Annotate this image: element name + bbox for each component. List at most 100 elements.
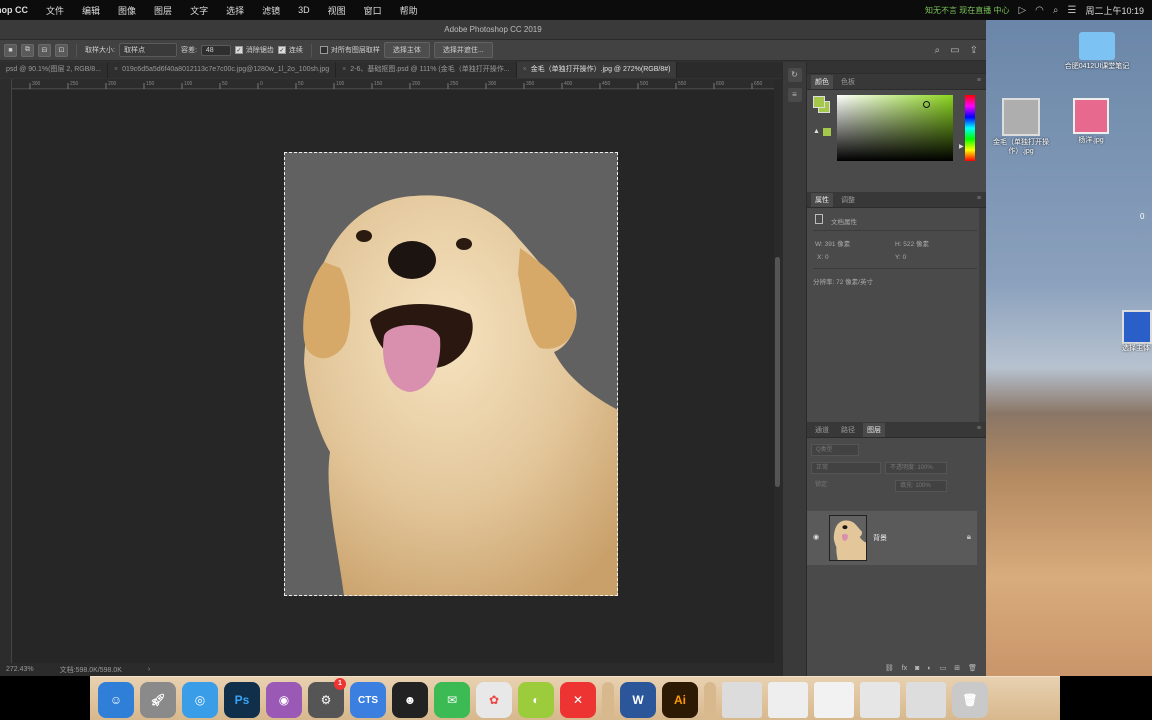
desktop-file-person[interactable]: 杨洋.jpg (1058, 98, 1124, 145)
tab-swatches[interactable]: 色板 (837, 75, 859, 89)
play-icon[interactable]: ▷ (1018, 5, 1026, 16)
notification-icon[interactable]: ☰ (1068, 5, 1077, 16)
fill-input[interactable]: 填充: 100% (895, 480, 947, 492)
clock[interactable]: 周二上午10:19 (1085, 4, 1144, 17)
menu-3d[interactable]: 3D (289, 5, 319, 15)
color-field[interactable] (837, 95, 953, 161)
doc-size[interactable]: 文档:598.0K/598.0K (60, 665, 122, 675)
trash-icon[interactable]: 🗑︎ (952, 682, 988, 718)
slider-arrow-icon[interactable]: ▶ (959, 143, 964, 150)
zoom-level[interactable]: 272.43% (6, 666, 34, 673)
width-value[interactable]: W: 391 像素 (815, 238, 850, 248)
all-layers-checkbox[interactable]: 对所有图层取样 (319, 45, 380, 55)
visibility-eye-icon[interactable]: ◉ (813, 533, 819, 541)
new-layer-icon[interactable]: ⊞ (954, 664, 960, 672)
height-value[interactable]: H: 522 像素 (895, 238, 929, 248)
warning-icon[interactable]: ▲ (813, 128, 820, 135)
history-icon[interactable]: ↻ (787, 68, 802, 82)
folder-icon[interactable]: ▭ (940, 664, 947, 672)
launchpad-icon[interactable]: 🚀︎ (140, 682, 176, 718)
ruler-horizontal[interactable]: 300 250 200 150 100 50 0 50 100 150 200 250 300 350 40… (12, 79, 774, 89)
fx-icon[interactable]: fx (902, 665, 907, 672)
add-selection-icon[interactable]: ⧉ (21, 43, 34, 57)
safari-icon[interactable]: ◎ (182, 682, 218, 718)
vertical-scrollbar[interactable] (774, 79, 782, 663)
foreground-color-swatch[interactable] (813, 96, 825, 108)
desktop-file-dog[interactable]: 金毛（单独打开操作）.jpg (988, 98, 1054, 156)
menu-file[interactable]: 文件 (37, 4, 73, 17)
search-icon[interactable]: ⌕ (1053, 5, 1059, 16)
podcast-icon[interactable]: ◉ (266, 682, 302, 718)
share-icon[interactable]: ⇪ (970, 45, 978, 56)
properties-scrollbar[interactable] (979, 208, 986, 424)
menu-image[interactable]: 图像 (109, 4, 145, 17)
layer-row-background[interactable]: ◉ 背景 🔒︎ (807, 511, 977, 565)
contiguous-checkbox[interactable]: ✓ 连续 (277, 45, 303, 55)
tab-channels[interactable]: 通道 (811, 423, 833, 437)
system-preferences-icon[interactable]: ⚙ 1 (308, 678, 346, 718)
tab-properties[interactable]: 属性 (811, 192, 833, 207)
tab-paths[interactable]: 路径 (837, 423, 859, 437)
subtract-selection-icon[interactable]: ⊟ (38, 43, 51, 57)
select-and-mask-button[interactable]: 选择并遮住... (433, 42, 493, 58)
menu-help[interactable]: 帮助 (391, 4, 427, 17)
sample-size-select[interactable]: 取样点 (118, 43, 177, 57)
canvas-area[interactable] (12, 90, 774, 663)
mask-icon[interactable]: ◙ (915, 665, 919, 672)
x-value[interactable]: X: 0 (817, 254, 829, 261)
menu-window[interactable]: 窗口 (355, 4, 391, 17)
panel-menu-icon[interactable]: ≡ (977, 195, 981, 202)
layer-name[interactable]: 背景 (873, 533, 887, 543)
close-icon[interactable]: × (342, 66, 346, 73)
document-preview-icon[interactable] (906, 682, 946, 718)
chevron-right-icon[interactable]: › (148, 666, 150, 673)
panel-menu-icon[interactable]: ≡ (977, 425, 981, 432)
photos-icon[interactable]: ✿ (476, 682, 512, 718)
panel-toggle-icon[interactable]: ≡ (787, 88, 802, 102)
document-preview-icon[interactable] (814, 682, 854, 718)
chrome-icon[interactable]: ◐ (518, 682, 554, 718)
menu-filter[interactable]: 滤镜 (253, 4, 289, 17)
hue-slider[interactable]: ▶ (959, 95, 975, 161)
panel-menu-icon[interactable]: ≡ (977, 77, 981, 84)
illustrator-icon[interactable]: Ai (662, 682, 698, 718)
document-preview-icon[interactable] (722, 682, 762, 718)
tab-adjustments[interactable]: 调整 (837, 193, 859, 207)
tolerance-input[interactable]: 48 (200, 44, 231, 56)
opacity-input[interactable]: 不透明度: 100% (885, 462, 947, 474)
tab-document-3[interactable]: × 2-6、基础抠图.psd @ 111% (金毛（单独打开操作... (336, 62, 517, 78)
ruler-vertical[interactable] (0, 79, 12, 663)
desktop-folder[interactable]: 合肥0412UI课堂笔记 (1062, 32, 1132, 71)
document-preview-icon[interactable] (860, 682, 900, 718)
menu-layer[interactable]: 图层 (145, 4, 181, 17)
wifi-icon[interactable]: ◠ (1035, 5, 1044, 16)
menu-type[interactable]: 文字 (181, 4, 217, 17)
document-preview-icon[interactable] (768, 682, 808, 718)
blend-mode-select[interactable]: 正常 (811, 462, 881, 474)
antialias-checkbox[interactable]: ✓ 消除锯齿 (234, 45, 274, 55)
photoshop-icon[interactable]: Ps (224, 682, 260, 718)
layer-filter-select[interactable]: Q类型 (811, 444, 859, 456)
adjustment-icon[interactable]: ◐ (927, 665, 931, 672)
menu-view[interactable]: 视图 (319, 4, 355, 17)
document-image[interactable] (284, 152, 618, 596)
qq-icon[interactable]: ☻ (392, 682, 428, 718)
word-icon[interactable]: W (620, 682, 656, 718)
tab-layers[interactable]: 图层 (863, 422, 885, 437)
y-value[interactable]: Y: 0 (895, 254, 906, 261)
select-subject-button[interactable]: 选择主体 (383, 42, 430, 58)
search-icon[interactable]: ⌕ (935, 45, 941, 56)
finder-icon[interactable]: ☺ (98, 682, 134, 718)
tab-document-2[interactable]: × 019c6d5a5d6f40a8012113c7e7c00c.jpg@1280… (108, 62, 337, 78)
intersect-selection-icon[interactable]: ⊡ (55, 43, 68, 57)
menu-app-name[interactable]: hop CC (0, 5, 37, 15)
lock-icon[interactable]: 🔒︎ (967, 532, 971, 542)
cts-icon[interactable]: CTS (350, 682, 386, 718)
trash-icon[interactable]: 🗑︎ (968, 664, 977, 672)
link-icon[interactable]: ⛓ (885, 664, 894, 672)
tab-document-1[interactable]: psd @ 90.1%(图层 2, RGB/8... (0, 62, 109, 78)
xmind-icon[interactable]: ✕ (560, 682, 596, 718)
tray-app-status[interactable]: 知无不言 现在直播 中心 (925, 5, 1009, 16)
workspace-icon[interactable]: ▭ (950, 45, 959, 56)
color-picker-cursor[interactable] (923, 101, 930, 108)
